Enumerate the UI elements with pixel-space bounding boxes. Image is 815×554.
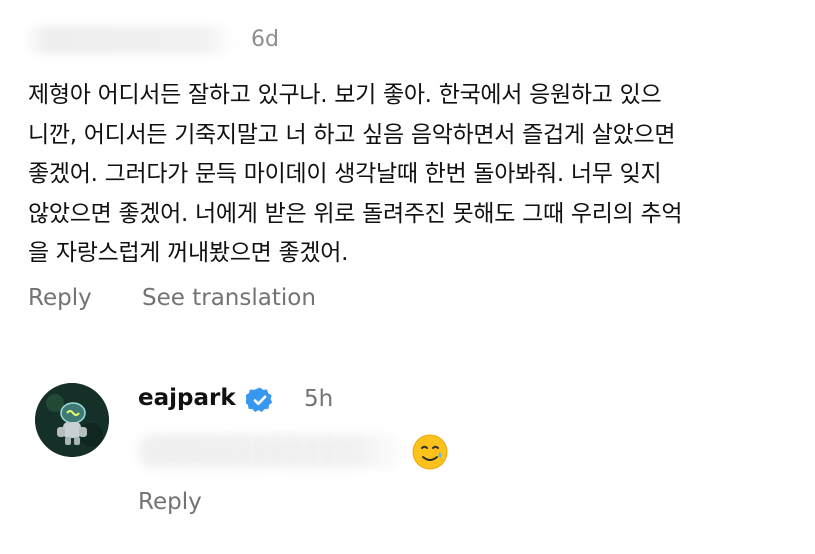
comment-line: 제형아 어디서든 잘하고 있구나. 보기 좋아. 한국에서 응원하고 있으 [28, 82, 662, 108]
comment-actions: Reply See translation [28, 285, 316, 311]
comment-timestamp: 6d [251, 27, 279, 52]
reply-button[interactable]: Reply [28, 285, 92, 311]
avatar-image [35, 383, 109, 457]
blurred-reply-text [138, 434, 406, 468]
comment-line: 니깐, 어디서든 기죽지말고 너 하고 싶음 음악하면서 즐겁게 살았으면 [28, 121, 676, 148]
comment-line: 않았으면 좋겠어. 너에게 받은 위로 돌려주진 못해도 그때 우리의 추억 [28, 200, 683, 227]
see-translation-button[interactable]: See translation [142, 285, 316, 311]
reply-username[interactable]: eajpark [138, 385, 236, 411]
blurred-commenter-name [22, 26, 237, 54]
avatar[interactable] [35, 383, 109, 457]
smiling-face-with-tear-icon [412, 434, 448, 470]
comment-line: 좋겠어. 그러다가 문득 마이데이 생각날때 한번 돌아봐줘. 너무 잊지 [28, 161, 662, 187]
comment-text: 제형아 어디서든 잘하고 있구나. 보기 좋아. 한국에서 응원하고 있으 니깐… [28, 76, 788, 274]
reply-button[interactable]: Reply [138, 489, 202, 515]
comment-line: 을 자랑스럽게 꺼내봤으면 좋겠어. [28, 240, 349, 266]
verified-badge-icon [246, 387, 273, 412]
reply-timestamp: 5h [304, 386, 334, 412]
